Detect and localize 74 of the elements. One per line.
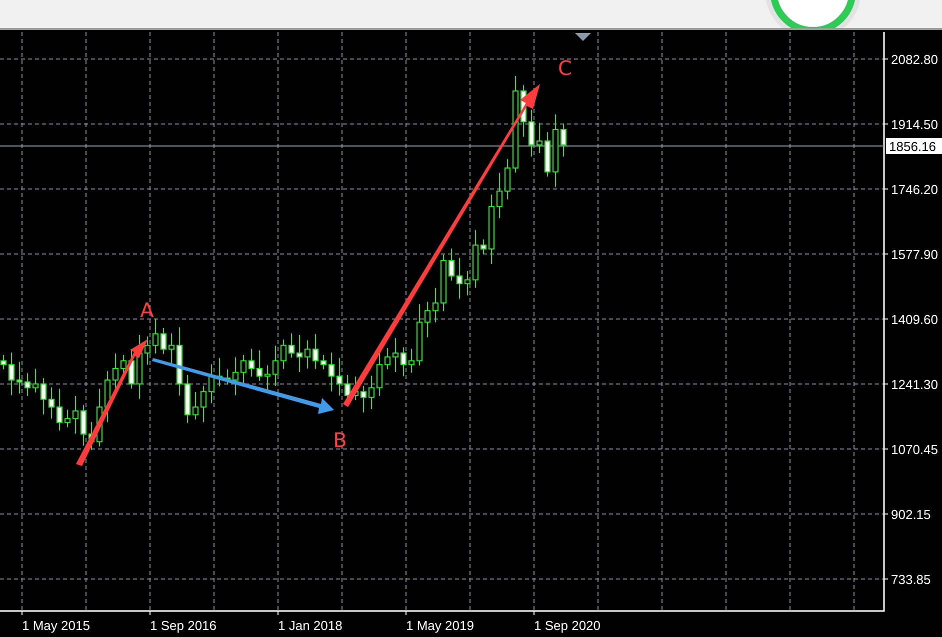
candle bbox=[160, 328, 166, 354]
scroll-marker-icon[interactable] bbox=[575, 33, 591, 41]
marker-label: C bbox=[558, 56, 572, 80]
candle bbox=[544, 132, 550, 177]
candle bbox=[72, 395, 78, 434]
candle bbox=[152, 318, 158, 354]
candle bbox=[304, 340, 310, 369]
candle bbox=[400, 346, 406, 377]
candle bbox=[424, 301, 430, 338]
candle bbox=[264, 364, 270, 392]
candle bbox=[464, 270, 470, 296]
candle bbox=[480, 238, 486, 254]
candle bbox=[536, 122, 542, 154]
price-axis-label: 1241.30 bbox=[891, 377, 938, 392]
price-axis-label: 2082.80 bbox=[891, 52, 938, 67]
candle bbox=[144, 336, 150, 366]
time-axis-label: 1 Sep 2016 bbox=[150, 618, 217, 633]
candle bbox=[392, 338, 398, 372]
candle bbox=[176, 326, 182, 396]
price-axis-label: 1070.45 bbox=[891, 442, 938, 457]
candle bbox=[168, 332, 174, 365]
candle bbox=[472, 230, 478, 288]
time-axis-label: 1 Sep 2020 bbox=[534, 618, 601, 633]
candle bbox=[184, 374, 190, 424]
candle bbox=[256, 350, 262, 382]
candle bbox=[24, 372, 30, 396]
candle bbox=[240, 354, 246, 384]
candle bbox=[272, 345, 278, 386]
candle bbox=[232, 356, 238, 396]
price-axis-label: 1746.20 bbox=[891, 182, 938, 197]
candle bbox=[416, 304, 422, 366]
marker-label: A bbox=[140, 298, 154, 322]
candle bbox=[408, 348, 414, 374]
candle bbox=[336, 358, 342, 396]
candle bbox=[368, 375, 374, 410]
candle bbox=[448, 248, 454, 282]
candle bbox=[312, 334, 318, 370]
candle bbox=[0, 354, 6, 370]
candle bbox=[496, 172, 502, 219]
time-axis-label: 1 May 2019 bbox=[406, 618, 474, 633]
candle bbox=[528, 109, 534, 157]
candle bbox=[328, 352, 334, 392]
candle bbox=[200, 385, 206, 423]
candle bbox=[248, 348, 254, 378]
candle bbox=[288, 332, 294, 358]
candle bbox=[8, 352, 14, 396]
price-axis-label: 1577.90 bbox=[891, 247, 938, 262]
price-axis-label: 902.15 bbox=[891, 507, 931, 522]
candle bbox=[56, 388, 62, 432]
candle bbox=[40, 378, 46, 415]
candle bbox=[440, 254, 446, 312]
candle bbox=[64, 409, 70, 428]
candle bbox=[80, 404, 86, 446]
candle bbox=[192, 392, 198, 420]
candle bbox=[560, 123, 566, 157]
candle bbox=[360, 385, 366, 413]
candle bbox=[320, 354, 326, 370]
candle bbox=[432, 287, 438, 323]
candle bbox=[32, 368, 38, 393]
time-axis-label: 1 May 2015 bbox=[22, 618, 90, 633]
time-axis-label: 1 Jan 2018 bbox=[278, 618, 342, 633]
marker-label: B bbox=[333, 428, 347, 452]
price-axis-label: 733.85 bbox=[891, 572, 931, 587]
candle bbox=[384, 348, 390, 370]
candle bbox=[504, 158, 510, 200]
price-axis-label: 1914.50 bbox=[891, 117, 938, 132]
current-price-label: 1856.16 bbox=[886, 138, 942, 154]
candle bbox=[16, 361, 22, 394]
candle bbox=[48, 386, 54, 420]
candle bbox=[488, 194, 494, 264]
price-axis-label: 1409.60 bbox=[891, 312, 938, 327]
candle bbox=[280, 339, 286, 370]
candle bbox=[456, 257, 462, 300]
candle bbox=[296, 334, 302, 372]
